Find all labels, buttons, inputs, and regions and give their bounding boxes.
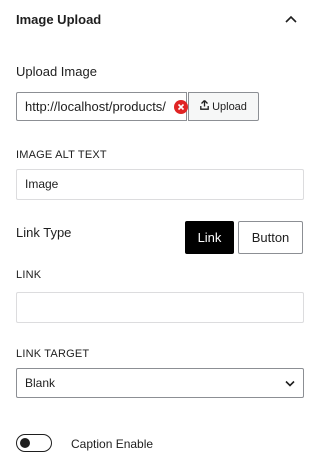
- link-input[interactable]: [16, 292, 304, 323]
- chevron-up-icon[interactable]: [284, 12, 298, 26]
- alt-text-label: IMAGE ALT TEXT: [16, 149, 107, 161]
- panel-title: Image Upload: [16, 12, 102, 27]
- alt-text-input[interactable]: Image: [16, 169, 304, 200]
- link-target-select[interactable]: Blank: [16, 368, 304, 398]
- toggle-knob: [20, 438, 30, 448]
- upload-button-label: Upload: [212, 100, 247, 113]
- link-label: LINK: [16, 269, 42, 281]
- upload-button[interactable]: Upload: [188, 92, 259, 121]
- link-type-label: Link Type: [16, 225, 72, 240]
- clear-icon[interactable]: [174, 100, 188, 114]
- link-type-link-button[interactable]: Link: [185, 221, 234, 254]
- image-url-input[interactable]: http://localhost/products/: [16, 92, 187, 121]
- caption-label: Caption Enable: [71, 437, 154, 451]
- link-target-value: Blank: [25, 376, 56, 390]
- link-target-label: LINK TARGET: [16, 348, 90, 360]
- caption-toggle[interactable]: [16, 434, 52, 452]
- panel-header[interactable]: Image Upload: [0, 0, 318, 38]
- chevron-down-icon: [285, 376, 295, 390]
- upload-icon: [200, 100, 209, 113]
- link-type-button-button[interactable]: Button: [238, 221, 303, 254]
- upload-image-label: Upload Image: [16, 64, 97, 79]
